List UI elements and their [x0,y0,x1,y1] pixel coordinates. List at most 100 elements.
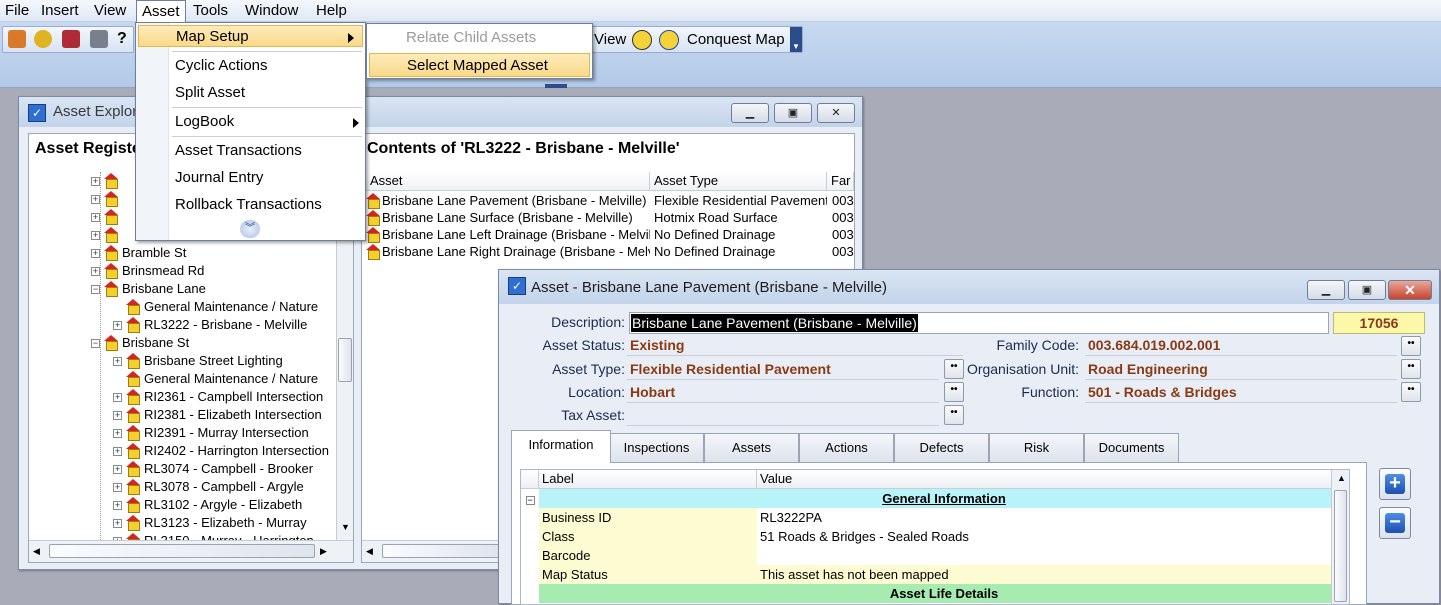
tree-item[interactable]: + RI2391 - Murray Intersection [113,424,309,442]
menu-item-asset-transactions[interactable]: Asset Transactions [175,140,360,162]
tree-item[interactable]: + [91,190,122,208]
tree-hscroll-thumb[interactable] [49,544,315,558]
row-value-business-id[interactable]: RL3222PA [757,508,1349,527]
tree-item[interactable]: + RL3222 - Brisbane - Melville [113,316,307,334]
grid-vertical-scrollbar[interactable]: ▲ [1331,470,1349,604]
organisation-unit-lookup-button[interactable]: •• [1401,359,1421,379]
expand-icon[interactable]: − [91,339,100,349]
expand-icon[interactable]: + [91,231,100,241]
expand-icon[interactable]: + [113,501,122,511]
calculator-icon[interactable] [90,30,108,48]
menu-asset[interactable]: Asset [136,0,186,22]
expand-icon[interactable]: + [113,519,122,529]
scroll-right-icon[interactable]: ▶ [320,546,327,557]
section-general-information[interactable]: General Information [539,489,1349,508]
menu-window[interactable]: Window [240,0,303,21]
menu-tools[interactable]: Tools [188,0,233,21]
tree-item[interactable]: − Brisbane St [91,334,189,352]
expand-icon[interactable]: + [113,429,122,439]
column-header-asset[interactable]: Asset [366,172,650,191]
menu-item-cyclic-actions[interactable]: Cyclic Actions [175,55,360,77]
menu-item-journal-entry[interactable]: Journal Entry [175,167,360,189]
expand-icon[interactable]: + [113,321,122,331]
function-lookup-button[interactable]: •• [1401,382,1421,402]
map-icon[interactable] [659,30,679,50]
menu-file[interactable]: File [0,0,34,21]
conquest-icon[interactable] [632,30,652,50]
globe-icon[interactable] [34,30,52,48]
expand-icon[interactable]: + [91,267,100,277]
row-value-class[interactable]: 51 Roads & Bridges - Sealed Roads [757,527,1349,546]
tree-item[interactable]: + Brinsmead Rd [91,262,204,280]
tree-horizontal-scrollbar[interactable]: ◀ ▶ [29,540,353,562]
list-cell-asset-type[interactable]: No Defined Drainage [654,243,827,260]
add-row-button[interactable]: + [1379,468,1411,500]
expand-icon[interactable]: + [91,249,100,259]
list-cell-asset[interactable]: Brisbane Lane Pavement (Brisbane - Melvi… [366,192,650,209]
expand-icon[interactable]: + [91,213,100,223]
expand-icon[interactable]: + [91,177,100,187]
tree-item[interactable]: + RI2402 - Harrington Intersection [113,442,329,460]
grid-header-label[interactable]: Label [539,470,757,489]
scroll-down-icon[interactable]: ▼ [341,522,350,532]
menu-item-relate-child-assets[interactable]: Relate Child Assets [369,26,590,50]
conquest-map-button[interactable]: Conquest Map [687,31,785,48]
expand-icon[interactable]: + [113,411,122,421]
contents-scroll-left-icon[interactable]: ◀ [366,546,373,557]
list-cell-family[interactable]: 003 [832,209,854,226]
tree-item[interactable]: +General Maintenance / Nature [113,298,318,316]
tab-documents[interactable]: Documents [1084,433,1179,462]
collapse-section-icon[interactable]: − [521,489,539,508]
tree-item[interactable]: + Bramble St [91,244,186,262]
list-cell-family[interactable]: 003 [832,243,854,260]
asset-maximize-button[interactable]: ▣ [1348,280,1386,300]
asset-minimize-button[interactable]: ▁ [1307,280,1345,300]
maximize-button[interactable]: ▣ [774,103,812,123]
books-icon[interactable] [62,30,80,48]
tab-assets[interactable]: Assets [704,433,799,462]
expand-icon[interactable]: + [91,195,100,205]
list-cell-family[interactable]: 003 [832,226,854,243]
minimize-button[interactable]: ▁ [731,103,769,123]
menu-item-rollback-transactions[interactable]: Rollback Transactions [175,194,360,216]
tree-item[interactable]: + RL3102 - Argyle - Elizabeth [113,496,302,514]
list-cell-asset-type[interactable]: Flexible Residential Pavement [654,192,827,209]
menu-item-split-asset[interactable]: Split Asset [175,82,360,104]
tab-defects[interactable]: Defects [894,433,989,462]
double-chevron-down-icon[interactable]: ︾ [240,220,260,238]
tab-risk[interactable]: Risk [989,433,1084,462]
section-asset-life-details[interactable]: Asset Life Details [539,584,1349,603]
tree-item[interactable]: + RL3078 - Campbell - Argyle [113,478,304,496]
asset-close-button[interactable]: ✕ [1388,280,1432,300]
list-cell-family[interactable]: 003 [832,192,854,209]
close-button[interactable]: ✕ [817,103,855,123]
list-cell-asset-type[interactable]: No Defined Drainage [654,226,827,243]
expand-icon[interactable]: + [113,483,122,493]
column-header-asset-type[interactable]: Asset Type [650,172,827,191]
tab-actions[interactable]: Actions [799,433,894,462]
grid-header-value[interactable]: Value [757,470,1349,489]
menu-item-logbook[interactable]: LogBook [175,111,360,133]
grid-scroll-thumb[interactable] [1334,490,1347,602]
tree-item[interactable]: +General Maintenance / Nature [113,370,318,388]
grid-scroll-up-icon[interactable]: ▲ [1337,473,1346,483]
list-cell-asset[interactable]: Brisbane Lane Surface (Brisbane - Melvil… [366,209,650,226]
tab-information[interactable]: Information [511,430,611,463]
tree-scroll-thumb[interactable] [338,338,352,382]
tree-item[interactable]: + RL3074 - Campbell - Brooker [113,460,313,478]
toolbar-overflow-icon[interactable]: ▼ [790,27,802,52]
list-cell-asset[interactable]: Brisbane Lane Right Drainage (Brisbane -… [366,243,650,260]
menu-view[interactable]: View [89,0,131,21]
tax-asset-lookup-button[interactable]: •• [944,405,964,425]
tree-item[interactable]: + [91,226,122,244]
expand-icon[interactable]: + [113,393,122,403]
description-field[interactable]: Brisbane Lane Pavement (Brisbane - Melvi… [629,312,1329,334]
tree-item[interactable]: + RI2361 - Campbell Intersection [113,388,323,406]
expand-icon[interactable]: + [113,447,122,457]
menu-item-map-setup[interactable]: Map Setup [138,25,363,47]
menu-help[interactable]: Help [311,0,352,21]
list-cell-asset-type[interactable]: Hotmix Road Surface [654,209,827,226]
menu-item-select-mapped-asset[interactable]: Select Mapped Asset [369,53,590,77]
scroll-left-icon[interactable]: ◀ [33,546,40,557]
family-code-lookup-button[interactable]: •• [1401,336,1421,356]
